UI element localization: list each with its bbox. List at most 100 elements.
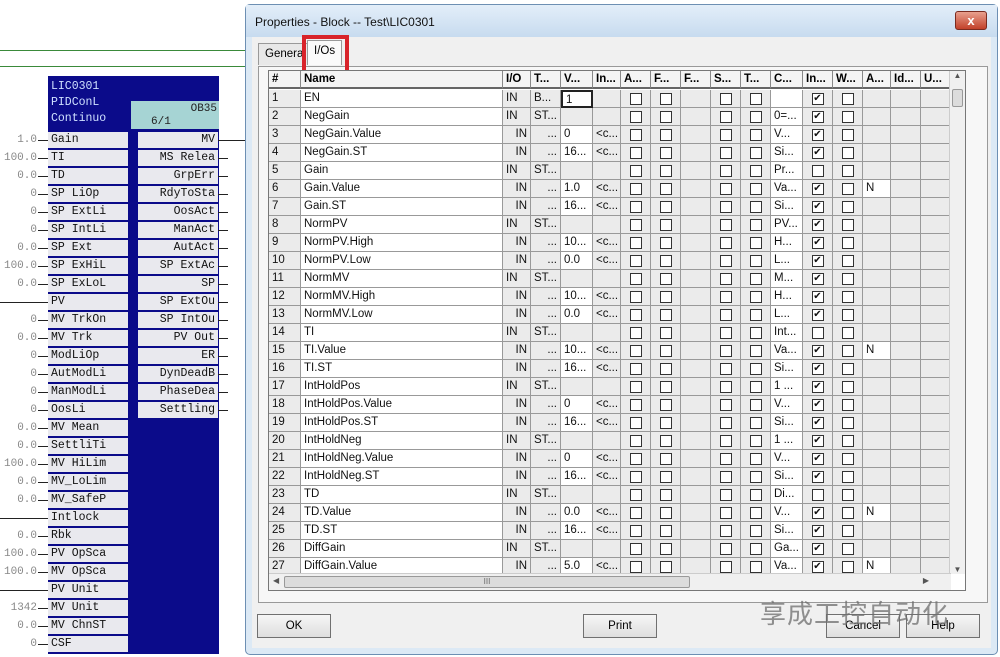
checkbox-f[interactable] [659,524,672,537]
io-attribute[interactable] [863,450,891,468]
checkbox-f[interactable] [659,164,672,177]
table-row[interactable]: 20 IntHoldNeg IN ST... 1 ... ✔ [269,432,951,450]
checkbox-a[interactable] [629,434,642,447]
checkbox-w[interactable] [841,92,854,105]
checkbox-t[interactable] [749,146,762,159]
checkbox-w[interactable] [841,470,854,483]
io-name[interactable]: NormMV.Low [301,306,503,324]
input-value[interactable]: 0.0 [17,330,37,346]
io-attribute[interactable] [863,360,891,378]
io-comment[interactable]: H... [771,288,803,306]
io-name[interactable]: IntHoldPos.ST [301,414,503,432]
table-row[interactable]: 24 TD.Value IN... 0.0 <c... V... ✔ N [269,504,951,522]
checkbox-w[interactable] [841,236,854,249]
checkbox-s[interactable] [719,128,732,141]
checkbox-invisible[interactable]: ✔ [811,416,824,429]
io-attribute[interactable] [863,126,891,144]
checkbox-w[interactable] [841,290,854,303]
checkbox-f[interactable] [659,326,672,339]
io-comment[interactable]: Di... [771,486,803,504]
output-pin[interactable]: PhaseDea [138,384,218,400]
io-value[interactable]: 16... [561,414,593,432]
checkbox-t[interactable] [749,236,762,249]
checkbox-t[interactable] [749,398,762,411]
io-comment[interactable]: 1 ... [771,432,803,450]
checkbox-f[interactable] [659,146,672,159]
input-value[interactable]: 100.0 [4,150,37,166]
io-name[interactable]: NormMV [301,270,503,288]
column-header[interactable]: # [269,71,301,89]
io-interconnection[interactable] [593,216,621,234]
io-value[interactable]: 0.0 [561,306,593,324]
checkbox-t[interactable] [749,506,762,519]
checkbox-t[interactable] [749,344,762,357]
io-value[interactable]: 1.0 [561,180,593,198]
checkbox-w[interactable] [841,344,854,357]
checkbox-f[interactable] [659,308,672,321]
scroll-down-icon[interactable]: ▼ [950,565,965,574]
checkbox-a[interactable] [629,470,642,483]
io-interconnection[interactable] [593,108,621,126]
input-pin[interactable]: MV TrkOn [48,312,128,328]
checkbox-a[interactable] [629,560,642,573]
checkbox-a[interactable] [629,218,642,231]
io-value[interactable] [561,162,593,180]
close-button[interactable]: x [955,11,987,30]
checkbox-t[interactable] [749,542,762,555]
output-pin[interactable]: MV [138,132,218,148]
input-value[interactable]: 1.0 [17,132,37,148]
io-attribute[interactable] [863,288,891,306]
checkbox-s[interactable] [719,272,732,285]
io-name[interactable]: Gain.ST [301,198,503,216]
io-comment[interactable]: Int... [771,324,803,342]
io-attribute[interactable] [863,486,891,504]
checkbox-s[interactable] [719,452,732,465]
column-header[interactable]: Name [301,71,503,89]
io-name[interactable]: IntHoldPos.Value [301,396,503,414]
output-pin[interactable]: MS Relea [138,150,218,166]
checkbox-f[interactable] [659,344,672,357]
checkbox-f[interactable] [659,380,672,393]
table-row[interactable]: 9 NormPV.High IN... 10... <c... H... ✔ [269,234,951,252]
checkbox-w[interactable] [841,506,854,519]
io-comment[interactable]: V... [771,504,803,522]
io-value[interactable]: 0 [561,126,593,144]
io-interconnection[interactable]: <c... [593,126,621,144]
io-value[interactable] [561,378,593,396]
io-name[interactable]: IntHoldNeg.Value [301,450,503,468]
checkbox-f[interactable] [659,254,672,267]
io-value[interactable]: 16... [561,360,593,378]
output-pin[interactable]: SP ExtAc [138,258,218,274]
checkbox-w[interactable] [841,416,854,429]
checkbox-w[interactable] [841,488,854,501]
input-pin[interactable]: MV Unit [48,600,128,616]
checkbox-s[interactable] [719,434,732,447]
io-interconnection[interactable] [593,270,621,288]
checkbox-s[interactable] [719,200,732,213]
checkbox-t[interactable] [749,218,762,231]
io-name[interactable]: TI.Value [301,342,503,360]
checkbox-w[interactable] [841,398,854,411]
io-attribute[interactable] [863,162,891,180]
output-pin[interactable]: DynDeadB [138,366,218,382]
column-header[interactable]: F... [651,71,681,89]
io-attribute[interactable]: N [863,342,891,360]
checkbox-s[interactable] [719,182,732,195]
checkbox-f[interactable] [659,290,672,303]
input-pin[interactable]: CSF [48,636,128,652]
io-value[interactable]: 10... [561,288,593,306]
checkbox-f[interactable] [659,362,672,375]
checkbox-s[interactable] [719,488,732,501]
checkbox-w[interactable] [841,542,854,555]
checkbox-invisible[interactable]: ✔ [811,182,824,195]
column-header[interactable]: F... [681,71,711,89]
io-interconnection[interactable]: <c... [593,450,621,468]
input-pin[interactable]: ManModLi [48,384,128,400]
io-comment[interactable]: Pr... [771,162,803,180]
checkbox-w[interactable] [841,164,854,177]
output-pin[interactable]: OosAct [138,204,218,220]
scroll-thumb-horizontal[interactable]: III [284,576,690,588]
input-pin[interactable]: Gain [48,132,128,148]
table-row[interactable]: 21 IntHoldNeg.Value IN... 0 <c... V... ✔ [269,450,951,468]
checkbox-f[interactable] [659,272,672,285]
